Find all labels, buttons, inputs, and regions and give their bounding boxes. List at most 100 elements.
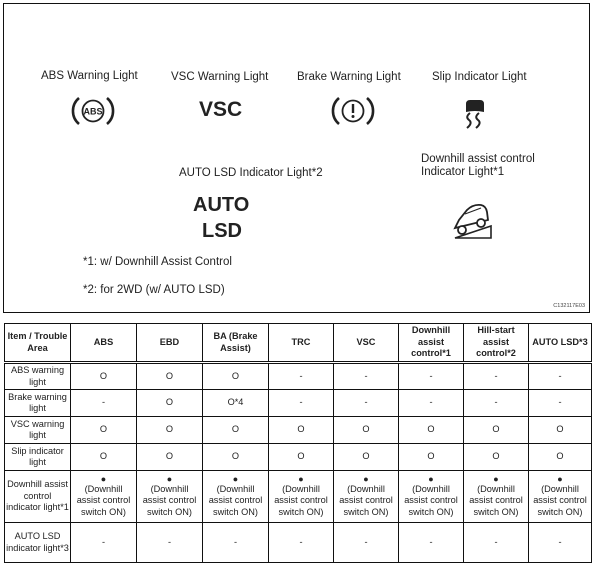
header-ba: BA (Brake Assist) <box>202 323 269 363</box>
table-cell: O <box>70 416 137 444</box>
filled-dot-icon: ● <box>363 473 369 484</box>
table-cell: O <box>70 443 137 471</box>
table-cell: - <box>398 522 464 563</box>
footnote-1: *1: w/ Downhill Assist Control <box>83 256 232 268</box>
table-row: VSC warning light O O O O O O O O <box>4 416 592 444</box>
downhill-indicator-label-line2: Indicator Light*1 <box>421 166 505 178</box>
table-cell: O <box>333 443 399 471</box>
table-cell: - <box>333 362 399 390</box>
warning-light-figure: ABS Warning Light VSC Warning Light Brak… <box>3 3 590 313</box>
header-auto-lsd: AUTO LSD*3 <box>528 323 592 363</box>
table-row: Brake warning light - O O*4- - - - - <box>4 389 592 417</box>
table-cell: O <box>202 443 269 471</box>
vsc-warning-icon: VSC <box>199 98 243 121</box>
table-cell: - <box>463 522 529 563</box>
row-item-label: Downhill assist control indicator light*… <box>4 470 71 523</box>
table-cell: - <box>70 522 137 563</box>
row-item-label: Slip indicator light <box>4 443 71 471</box>
row-item-label: ABS warning light <box>4 362 71 390</box>
header-abs: ABS <box>70 323 137 363</box>
row-item-label: AUTO LSD indicator light*3 <box>4 522 71 563</box>
table-cell: - <box>528 522 592 563</box>
table-cell: O <box>463 416 529 444</box>
table-cell: ● (Downhill assist control switch ON) <box>70 470 137 523</box>
table-cell: ● (Downhill assist control switch ON) <box>202 470 269 523</box>
table-cell: O <box>70 362 137 390</box>
filled-dot-icon: ● <box>428 473 434 484</box>
table-row: Downhill assist control indicator light*… <box>4 470 592 523</box>
cell-note: (Downhill assist control switch ON) <box>533 483 587 517</box>
table-cell: - <box>528 389 592 417</box>
footnote-2: *2: for 2WD (w/ AUTO LSD) <box>83 284 225 296</box>
table-cell: O <box>333 416 399 444</box>
abs-warning-icon: ABS <box>71 97 115 125</box>
slip-indicator-light-label: Slip Indicator Light <box>432 71 527 83</box>
table-cell: O <box>202 416 269 444</box>
table-cell: - <box>463 362 529 390</box>
cell-note: (Downhill assist control switch ON) <box>76 483 131 517</box>
table-cell: - <box>333 389 399 417</box>
cell-note: (Downhill assist control switch ON) <box>142 483 197 517</box>
row-item-label: Brake warning light <box>4 389 71 417</box>
table-cell: ● (Downhill assist control switch ON) <box>398 470 464 523</box>
table-cell: - <box>528 362 592 390</box>
brake-warning-light-label: Brake Warning Light <box>297 71 401 83</box>
table-cell: - <box>136 522 203 563</box>
table-cell: - <box>268 389 334 417</box>
table-cell: - <box>463 389 529 417</box>
table-cell: O <box>136 416 203 444</box>
table-row: AUTO LSD indicator light*3- - - - - - - - <box>4 522 592 563</box>
cell-note: (Downhill assist control switch ON) <box>208 483 263 517</box>
downhill-indicator-label-line1: Downhill assist control <box>421 153 535 165</box>
header-ebd: EBD <box>136 323 203 363</box>
cell-note: (Downhill assist control switch ON) <box>404 483 458 517</box>
table-cell: O <box>136 389 203 417</box>
filled-dot-icon: ● <box>166 473 173 484</box>
table-cell: ● (Downhill assist control switch ON) <box>268 470 334 523</box>
auto-lsd-indicator-label: AUTO LSD Indicator Light*2 <box>179 167 323 179</box>
table-cell: - <box>398 389 464 417</box>
slip-indicator-icon <box>466 100 484 129</box>
filled-dot-icon: ● <box>493 473 499 484</box>
abs-icon-text: ABS <box>83 107 102 117</box>
table-cell: O <box>268 443 334 471</box>
table-cell: ● (Downhill assist control switch ON) <box>136 470 203 523</box>
table-cell: ● (Downhill assist control switch ON) <box>333 470 399 523</box>
table-row: Slip indicator light O O O O O O O O <box>4 443 592 471</box>
filled-dot-icon: ● <box>298 473 304 484</box>
cell-note: (Downhill assist control switch ON) <box>339 483 393 517</box>
table-cell: O <box>268 416 334 444</box>
header-item: Item / Trouble Area <box>4 323 71 363</box>
row-item-label: VSC warning light <box>4 416 71 444</box>
table-cell: - <box>333 522 399 563</box>
auto-lsd-icon-line1: AUTO <box>193 194 250 216</box>
table-cell: - <box>70 389 137 417</box>
header-trc: TRC <box>268 323 334 363</box>
table-cell: - <box>202 522 269 563</box>
table-cell: O <box>136 443 203 471</box>
header-hill-start: Hill-start assist control*2 <box>463 323 529 363</box>
filled-dot-icon: ● <box>557 473 563 484</box>
figure-code: C132117E03 <box>553 303 585 309</box>
table-cell: ● (Downhill assist control switch ON) <box>463 470 529 523</box>
vsc-warning-light-label: VSC Warning Light <box>171 71 269 83</box>
table-cell: O <box>528 416 592 444</box>
header-downhill: Downhill assist control*1 <box>398 323 464 363</box>
table-cell: O <box>398 416 464 444</box>
auto-lsd-icon-line2: LSD <box>202 220 242 242</box>
table-cell: O <box>463 443 529 471</box>
header-vsc: VSC <box>333 323 399 363</box>
cell-note: (Downhill assist control switch ON) <box>469 483 523 517</box>
table-cell: - <box>268 362 334 390</box>
table-cell: O <box>528 443 592 471</box>
table-row: ABS warning light O O O - - - - - <box>4 362 592 390</box>
table-cell: O*4 <box>202 389 269 417</box>
cell-note: (Downhill assist control switch ON) <box>274 483 328 517</box>
downhill-assist-icon <box>453 203 492 239</box>
table-cell: O <box>398 443 464 471</box>
brake-warning-icon <box>331 97 375 125</box>
trouble-area-table: Item / Trouble Area ABS EBD BA (Brake As… <box>4 323 592 563</box>
filled-dot-icon: ● <box>100 473 107 484</box>
table-cell: O <box>136 362 203 390</box>
table-header-row: Item / Trouble Area ABS EBD BA (Brake As… <box>4 323 592 363</box>
